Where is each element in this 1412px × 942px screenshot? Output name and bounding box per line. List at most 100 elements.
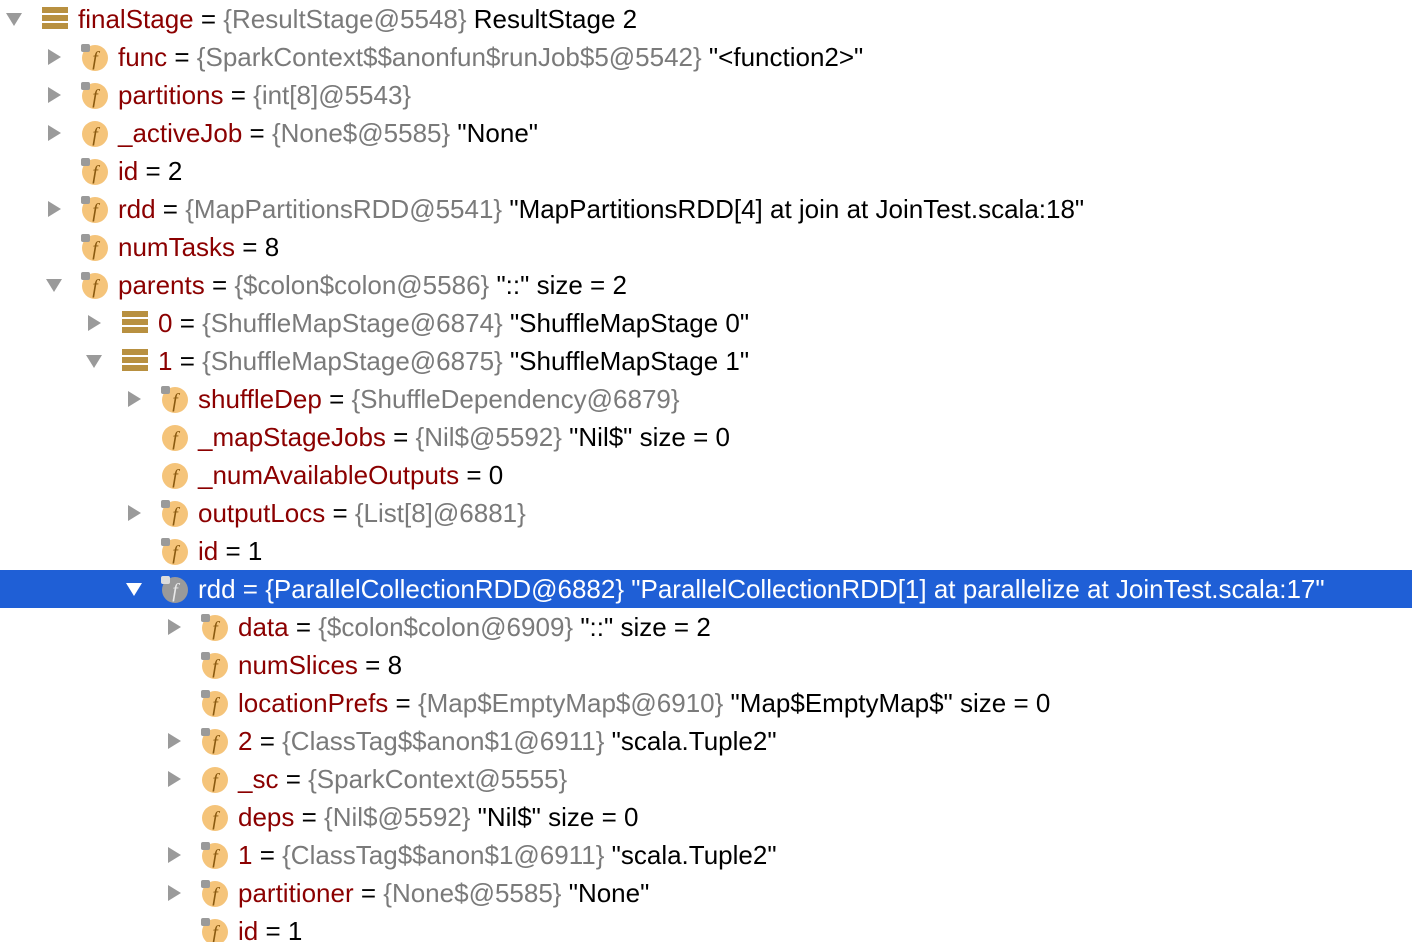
expand-arrow-right-icon[interactable]	[82, 304, 106, 342]
field-icon: f	[80, 232, 110, 262]
tree-row[interactable]: f partitioner = {None$@5585} "None"	[0, 874, 1412, 912]
variable-name: rdd	[198, 574, 236, 604]
field-icon: f	[200, 878, 230, 908]
equals-sign: =	[204, 270, 235, 300]
tree-row[interactable]: f rdd = {MapPartitionsRDD@5541} "MapParti…	[0, 190, 1412, 228]
field-icon: f	[160, 384, 190, 414]
variable-value: 1	[287, 916, 303, 942]
expand-arrow-right-icon[interactable]	[162, 608, 186, 646]
variable-value: "Nil$" size = 0	[561, 422, 730, 452]
equals-sign: =	[172, 308, 203, 338]
tree-row-label: partitions = {int[8]@5543}	[118, 76, 411, 114]
expand-arrow-right-icon[interactable]	[42, 114, 66, 152]
tree-row[interactable]: f outputLocs = {List[8]@6881}	[0, 494, 1412, 532]
variable-value: ResultStage 2	[466, 4, 638, 34]
field-icon: f	[80, 194, 110, 224]
variable-name: _activeJob	[118, 118, 243, 148]
tree-row[interactable]: f locationPrefs = {Map$EmptyMap$@6910} "M…	[0, 684, 1412, 722]
tree-row[interactable]: f rdd = {ParallelCollectionRDD@6882} "Par…	[0, 570, 1412, 608]
tree-row-label: _sc = {SparkContext@5555}	[238, 760, 567, 798]
variable-type: {SparkContext@5555}	[308, 764, 568, 794]
field-icon: f	[200, 726, 230, 756]
tree-row[interactable]: f numTasks = 8	[0, 228, 1412, 266]
tree-row[interactable]: f data = {$colon$colon@6909} "::" size = …	[0, 608, 1412, 646]
expand-arrow-right-icon[interactable]	[42, 38, 66, 76]
equals-sign: =	[218, 536, 248, 566]
expand-arrow-down-icon[interactable]	[82, 342, 106, 380]
equals-sign: =	[459, 460, 489, 490]
tree-row[interactable]: f1 = {ClassTag$$anon$1@6911} "scala.Tupl…	[0, 836, 1412, 874]
equals-sign: =	[278, 764, 309, 794]
variable-name: outputLocs	[198, 498, 326, 528]
tree-row[interactable]: f id = 1	[0, 532, 1412, 570]
variable-name: id	[238, 916, 259, 942]
equals-sign: =	[138, 156, 168, 186]
equals-sign: =	[388, 688, 418, 718]
tree-row-label: id = 1	[198, 532, 262, 570]
tree-row[interactable]: f partitions = {int[8]@5543}	[0, 76, 1412, 114]
variable-name: 1	[238, 840, 253, 870]
variable-name: _sc	[238, 764, 279, 794]
field-icon: f	[80, 42, 110, 72]
expand-arrow-right-icon[interactable]	[162, 836, 186, 874]
variable-type: {ResultStage@5548}	[223, 4, 467, 34]
variable-value: 0	[488, 460, 504, 490]
tree-row[interactable]: f id = 1	[0, 912, 1412, 942]
expand-arrow-down-icon[interactable]	[2, 0, 26, 38]
expand-arrow-down-icon[interactable]	[122, 570, 146, 608]
expand-arrow-right-icon[interactable]	[162, 874, 186, 912]
field-icon: f	[160, 536, 190, 566]
tree-row[interactable]: f func = {SparkContext$$anonfun$runJob$5@…	[0, 38, 1412, 76]
tree-row[interactable]: f _mapStageJobs = {Nil$@5592} "Nil$" size…	[0, 418, 1412, 456]
field-icon: f	[200, 764, 230, 794]
tree-row-label: rdd = {MapPartitionsRDD@5541} "MapPartit…	[118, 190, 1084, 228]
tree-row-label: finalStage = {ResultStage@5548} ResultSt…	[78, 0, 637, 38]
variable-value: "::" size = 2	[573, 612, 711, 642]
expand-arrow-right-icon[interactable]	[162, 722, 186, 760]
tree-row[interactable]: finalStage = {ResultStage@5548} ResultSt…	[0, 0, 1412, 38]
variable-name: 0	[158, 308, 173, 338]
tree-row[interactable]: f parents = {$colon$colon@5586} "::" size…	[0, 266, 1412, 304]
expand-arrow-right-icon[interactable]	[42, 190, 66, 228]
expand-arrow-right-icon[interactable]	[122, 380, 146, 418]
equals-sign: =	[357, 650, 388, 680]
variable-value: 1	[247, 536, 263, 566]
variable-type: {ShuffleMapStage@6875}	[202, 346, 503, 376]
variable-type: {ClassTag$$anon$1@6911}	[282, 726, 605, 756]
expand-arrow-right-icon[interactable]	[162, 760, 186, 798]
variable-type: {ShuffleDependency@6879}	[351, 384, 680, 414]
tree-row[interactable]: f numSlices = 8	[0, 646, 1412, 684]
tree-row[interactable]: 1 = {ShuffleMapStage@6875} "ShuffleMapSt…	[0, 342, 1412, 380]
tree-row-label: data = {$colon$colon@6909} "::" size = 2	[238, 608, 711, 646]
tree-row[interactable]: f2 = {ClassTag$$anon$1@6911} "scala.Tupl…	[0, 722, 1412, 760]
field-icon: f	[200, 802, 230, 832]
expand-arrow-down-icon[interactable]	[42, 266, 66, 304]
variable-name: numSlices	[238, 650, 358, 680]
field-icon: f	[200, 688, 230, 718]
variable-type: {Nil$@5592}	[324, 802, 471, 832]
tree-row[interactable]: f shuffleDep = {ShuffleDependency@6879}	[0, 380, 1412, 418]
equals-sign: =	[223, 80, 254, 110]
tree-row[interactable]: f _sc = {SparkContext@5555}	[0, 760, 1412, 798]
tree-row[interactable]: f id = 2	[0, 152, 1412, 190]
variable-type: {ParallelCollectionRDD@6882}	[265, 574, 625, 604]
variable-value: "None"	[450, 118, 539, 148]
variable-value: "::" size = 2	[489, 270, 627, 300]
tree-row[interactable]: f deps = {Nil$@5592} "Nil$" size = 0	[0, 798, 1412, 836]
variable-type: {Map$EmptyMap$@6910}	[417, 688, 724, 718]
equals-sign: =	[325, 498, 355, 528]
tree-row-label: id = 1	[238, 912, 302, 942]
tree-row[interactable]: 0 = {ShuffleMapStage@6874} "ShuffleMapSt…	[0, 304, 1412, 342]
tree-row[interactable]: f _activeJob = {None$@5585} "None"	[0, 114, 1412, 152]
variable-value: 8	[264, 232, 280, 262]
array-icon	[120, 308, 150, 338]
tree-row-label: parents = {$colon$colon@5586} "::" size …	[118, 266, 627, 304]
variable-value: "scala.Tuple2"	[604, 726, 777, 756]
variable-value: "None"	[561, 878, 650, 908]
expand-arrow-right-icon[interactable]	[42, 76, 66, 114]
variable-name: rdd	[118, 194, 156, 224]
expand-arrow-right-icon[interactable]	[122, 494, 146, 532]
variable-name: partitioner	[238, 878, 354, 908]
tree-row-label: _activeJob = {None$@5585} "None"	[118, 114, 538, 152]
tree-row[interactable]: f _numAvailableOutputs = 0	[0, 456, 1412, 494]
